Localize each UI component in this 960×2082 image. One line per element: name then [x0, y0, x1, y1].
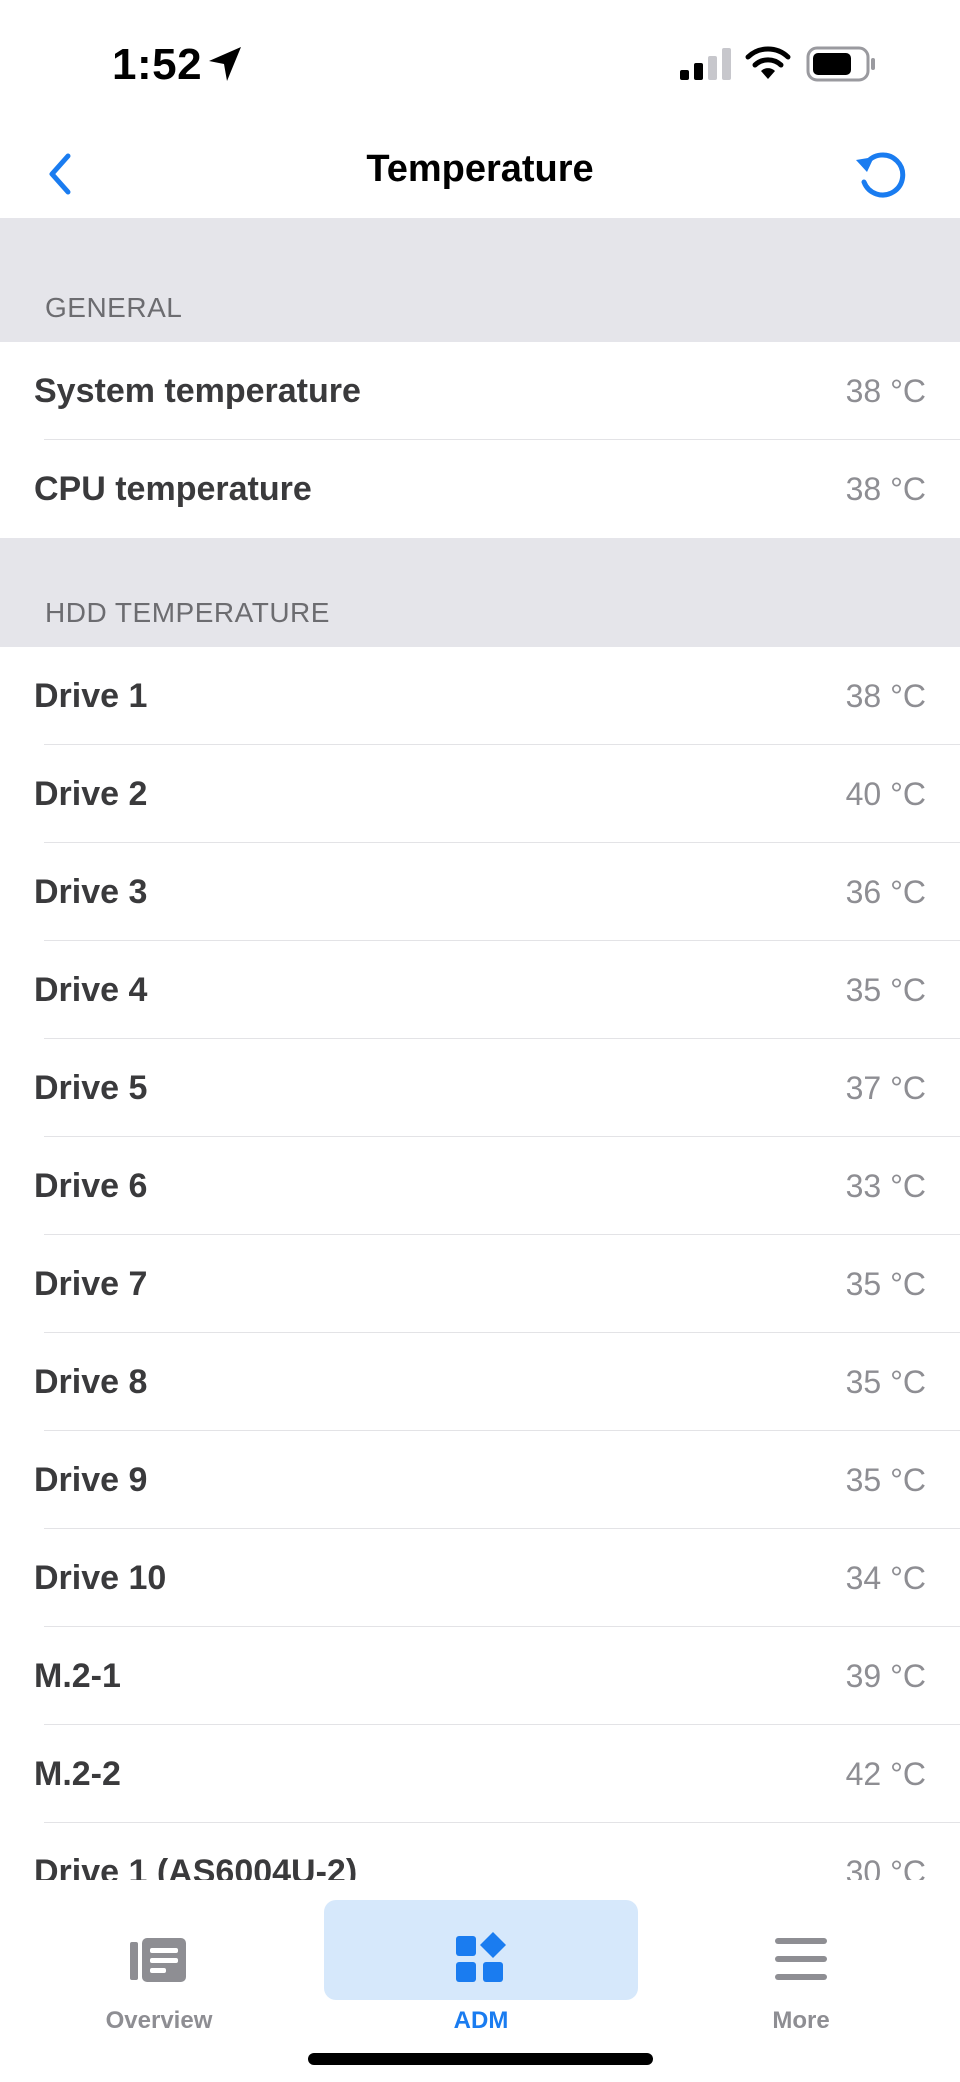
- refresh-icon: [856, 152, 906, 198]
- item-value: 35 °C: [845, 1462, 926, 1498]
- item-value: 35 °C: [845, 1266, 926, 1302]
- home-indicator: [308, 2053, 653, 2065]
- list-item[interactable]: Drive 10 34 °C: [0, 1529, 960, 1627]
- list-item[interactable]: Drive 7 35 °C: [0, 1235, 960, 1333]
- list-item[interactable]: Drive 1 38 °C: [0, 647, 960, 745]
- item-value: 35 °C: [845, 972, 926, 1008]
- location-arrow-icon: [209, 47, 241, 81]
- navigation-bar: Temperature: [0, 130, 960, 218]
- list-item[interactable]: CPU temperature 38 °C: [0, 440, 960, 538]
- section-header-hdd: HDD TEMPERATURE: [0, 538, 960, 647]
- refresh-button[interactable]: [850, 142, 916, 208]
- general-list: System temperature 38 °C CPU temperature…: [0, 342, 960, 538]
- section-title: HDD TEMPERATURE: [45, 597, 330, 628]
- menu-icon: [775, 1938, 827, 1980]
- item-value: 37 °C: [845, 1070, 926, 1106]
- item-label: Drive 10: [34, 1559, 167, 1597]
- list-item[interactable]: Drive 8 35 °C: [0, 1333, 960, 1431]
- item-value: 40 °C: [845, 776, 926, 812]
- list-item[interactable]: Drive 5 37 °C: [0, 1039, 960, 1137]
- hdd-list: Drive 1 38 °C Drive 2 40 °C Drive 3 36 °C D…: [0, 647, 960, 1921]
- item-label: Drive 2: [34, 775, 148, 813]
- apps-icon: [456, 1932, 506, 1982]
- item-value: 42 °C: [845, 1756, 926, 1792]
- item-label: CPU temperature: [34, 470, 312, 508]
- section-header-general: GENERAL: [0, 218, 960, 342]
- item-label: System temperature: [34, 372, 361, 410]
- list-item[interactable]: M.2-1 39 °C: [0, 1627, 960, 1725]
- item-value: 33 °C: [845, 1168, 926, 1204]
- item-label: Drive 6: [34, 1167, 148, 1205]
- tab-adm[interactable]: ADM: [324, 1900, 638, 2034]
- item-label: Drive 5: [34, 1069, 148, 1107]
- tab-bar: Overview ADM More: [0, 1880, 960, 2082]
- tab-label: More: [772, 2007, 830, 2034]
- list-item[interactable]: System temperature 38 °C: [0, 342, 960, 440]
- item-label: M.2-1: [34, 1657, 121, 1695]
- list-item[interactable]: Drive 9 35 °C: [0, 1431, 960, 1529]
- item-value: 38 °C: [845, 471, 926, 507]
- item-label: Drive 1: [34, 677, 148, 715]
- list-item[interactable]: M.2-2 42 °C: [0, 1725, 960, 1823]
- item-label: M.2-2: [34, 1755, 121, 1793]
- cellular-signal-icon: [680, 48, 731, 80]
- tab-more[interactable]: More: [644, 1900, 958, 2034]
- item-label: Drive 8: [34, 1363, 148, 1401]
- item-value: 38 °C: [845, 373, 926, 409]
- section-title: GENERAL: [45, 292, 183, 323]
- status-time: 1:52: [112, 40, 203, 89]
- tab-label: Overview: [105, 2007, 213, 2034]
- status-bar: 1:52: [0, 0, 960, 130]
- list-item[interactable]: Drive 4 35 °C: [0, 941, 960, 1039]
- item-label: Drive 4: [34, 971, 148, 1009]
- item-value: 36 °C: [845, 874, 926, 910]
- list-item[interactable]: Drive 3 36 °C: [0, 843, 960, 941]
- item-value: 39 °C: [845, 1658, 926, 1694]
- list-item[interactable]: Drive 2 40 °C: [0, 745, 960, 843]
- tab-label: ADM: [453, 2007, 509, 2034]
- item-value: 34 °C: [845, 1560, 926, 1596]
- item-label: Drive 9: [34, 1461, 148, 1499]
- tab-overview[interactable]: Overview: [2, 1900, 316, 2034]
- item-value: 35 °C: [845, 1364, 926, 1400]
- overview-icon: [130, 1938, 186, 1982]
- page-title: Temperature: [366, 148, 594, 190]
- item-label: Drive 3: [34, 873, 148, 911]
- battery-icon: [806, 46, 875, 82]
- list-item[interactable]: Drive 6 33 °C: [0, 1137, 960, 1235]
- item-value: 38 °C: [845, 678, 926, 714]
- wifi-icon: [745, 46, 791, 79]
- item-label: Drive 7: [34, 1265, 148, 1303]
